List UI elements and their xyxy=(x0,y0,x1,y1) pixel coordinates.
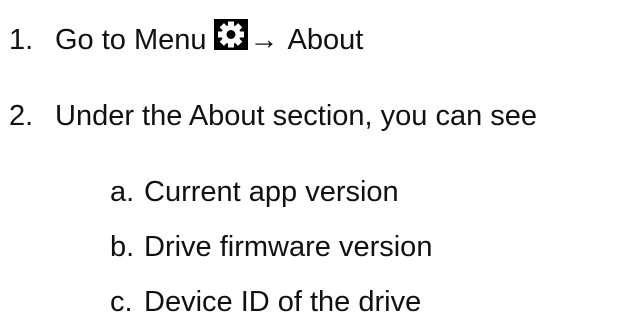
step-text-destination: About xyxy=(287,24,364,56)
substep-letter: b. xyxy=(110,231,135,263)
gear-icon xyxy=(213,18,248,50)
step-text: Under the About section, you can see xyxy=(55,100,538,132)
step-text: Go to Menu xyxy=(55,24,207,56)
substep-text: Current app version xyxy=(144,176,399,208)
substep-c: c. Device ID of the drive xyxy=(110,284,421,320)
step-1: 1. Go to Menu → About xyxy=(9,18,364,58)
substep-a: a. Current app version xyxy=(110,174,399,210)
substep-text: Drive firmware version xyxy=(144,231,433,263)
step-2: 2. Under the About section, you can see xyxy=(9,98,537,134)
substep-b: b. Drive firmware version xyxy=(110,229,432,265)
substep-text: Device ID of the drive xyxy=(144,286,422,318)
substep-letter: a. xyxy=(110,176,135,208)
step-number: 1. xyxy=(9,24,34,56)
instructions-document: 1. Go to Menu → About 2. Under the About… xyxy=(0,0,632,331)
step-number: 2. xyxy=(9,100,34,132)
arrow-right-icon: → xyxy=(249,24,279,56)
substep-letter: c. xyxy=(110,286,133,318)
